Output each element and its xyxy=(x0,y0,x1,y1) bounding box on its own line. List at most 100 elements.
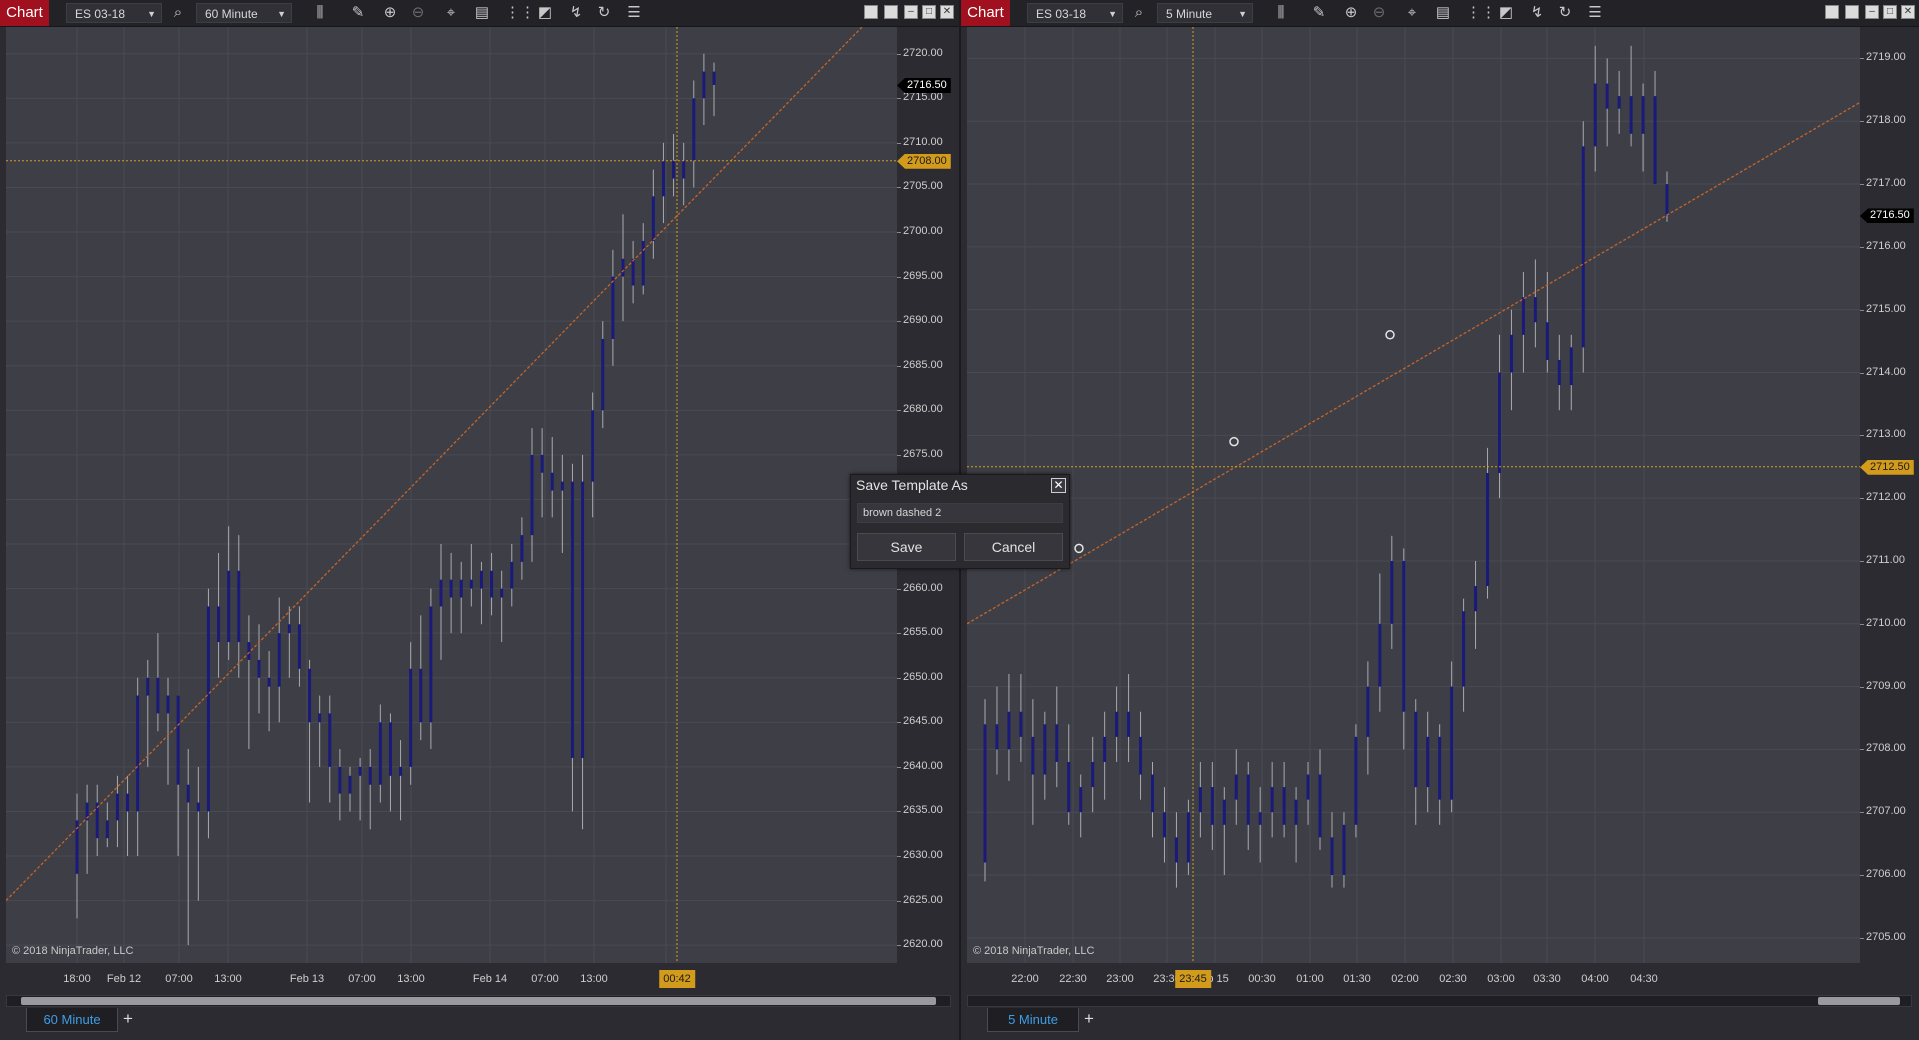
chevron-down-icon: ▼ xyxy=(277,9,286,19)
ohlc-bar xyxy=(1462,598,1466,712)
price-tick-label: 2620.00 xyxy=(897,938,943,951)
magnifier-icon[interactable]: ⌕ xyxy=(1129,3,1149,23)
last-price-marker: 2716.50 xyxy=(1860,208,1914,224)
bars-icon[interactable]: ⫼ xyxy=(310,3,330,23)
ohlc-bar xyxy=(1354,724,1358,838)
ohlc-bar xyxy=(348,766,352,812)
chart-toolbar: Chart ES 03-18 ▼ ⌕ 5 Minute ▼ ⫼ ✎ ⊕ ⊖ ⌖ ▤ … xyxy=(961,0,1919,27)
trend-anchor xyxy=(1074,543,1084,554)
properties-icon[interactable]: ▤ xyxy=(472,3,492,23)
chart-menu-button[interactable]: Chart xyxy=(961,0,1010,26)
instrument-value: ES 03-18 xyxy=(75,7,126,21)
properties-icon[interactable]: ▤ xyxy=(1433,3,1453,23)
ohlc-bar xyxy=(1474,560,1478,649)
zoom-out-icon[interactable]: ⊖ xyxy=(408,3,428,23)
refresh-icon[interactable]: ↻ xyxy=(594,3,614,23)
ohlc-bar xyxy=(126,775,130,857)
bars-icon[interactable]: ⫼ xyxy=(1271,3,1291,23)
ohlc-bar xyxy=(1258,787,1262,863)
add-tab-icon[interactable]: + xyxy=(118,1008,138,1032)
crosshair-icon[interactable]: ⌖ xyxy=(1402,3,1422,23)
horizontal-scrollbar[interactable] xyxy=(967,995,1912,1007)
close-icon[interactable]: ✕ xyxy=(940,5,954,19)
tile-window-icon[interactable] xyxy=(1825,5,1839,19)
ohlc-bar xyxy=(368,749,372,830)
price-plot-area[interactable]: © 2018 NinjaTrader, LLC xyxy=(967,27,1860,963)
zoom-out-icon[interactable]: ⊖ xyxy=(1369,3,1389,23)
data-box-icon[interactable]: ☰ xyxy=(624,3,644,23)
copyright-text: © 2018 NinjaTrader, LLC xyxy=(12,945,134,957)
save-button[interactable]: Save xyxy=(857,533,956,561)
close-icon[interactable]: ✕ xyxy=(1051,478,1066,493)
horizontal-scrollbar[interactable] xyxy=(6,995,951,1007)
data-box-icon[interactable]: ☰ xyxy=(1585,3,1605,23)
maximize-icon[interactable]: □ xyxy=(1883,5,1897,19)
instrument-selector[interactable]: ES 03-18 ▼ xyxy=(66,3,162,23)
ohlc-bar xyxy=(75,793,79,919)
ohlc-bar xyxy=(1222,787,1226,876)
ohlc-bar xyxy=(651,169,655,259)
time-axis[interactable]: 22:00 22:30 23:00 23:30 eb 15 00:30 01:00 01:30… xyxy=(967,963,1860,993)
chart-menu-button[interactable]: Chart xyxy=(0,0,49,26)
ohlc-bar xyxy=(166,677,170,785)
scrollbar-thumb[interactable] xyxy=(1818,997,1900,1005)
ohlc-bar xyxy=(85,784,89,874)
ohlc-bar xyxy=(318,695,322,767)
tile-window-2-icon[interactable] xyxy=(1845,5,1859,19)
cursor-time-marker: 00:42 xyxy=(659,970,695,988)
price-plot-area[interactable]: © 2018 NinjaTrader, LLC xyxy=(6,27,897,963)
ohlc-bar xyxy=(217,552,221,678)
price-tick-label: 2625.00 xyxy=(897,893,943,906)
add-tab-icon[interactable]: + xyxy=(1079,1008,1099,1032)
ohlc-bar xyxy=(1557,334,1561,411)
tab-60-minute[interactable]: 60 Minute xyxy=(26,1008,118,1032)
ohlc-chart-left xyxy=(6,27,897,963)
maximize-icon[interactable]: □ xyxy=(922,5,936,19)
ohlc-bar xyxy=(277,597,281,723)
close-icon[interactable]: ✕ xyxy=(1901,5,1915,19)
ohlc-bar xyxy=(388,713,392,812)
tab-5-minute[interactable]: 5 Minute xyxy=(987,1008,1079,1032)
interval-selector[interactable]: 5 Minute ▼ xyxy=(1157,3,1253,23)
minimize-icon[interactable]: – xyxy=(904,5,918,19)
ohlc-bar xyxy=(247,615,251,750)
pencil-icon[interactable]: ✎ xyxy=(1309,3,1329,23)
zoom-in-icon[interactable]: ⊕ xyxy=(380,3,400,23)
ohlc-chart-right xyxy=(967,27,1860,963)
minimize-icon[interactable]: – xyxy=(1865,5,1879,19)
ohlc-bar xyxy=(682,142,686,206)
ohlc-bar xyxy=(1079,774,1083,838)
tile-window-icon[interactable] xyxy=(864,5,878,19)
drawing-tools-icon[interactable]: ↯ xyxy=(566,3,586,23)
ohlc-bar xyxy=(95,784,99,857)
price-tick-label: 2715.00 xyxy=(1860,302,1906,315)
pencil-icon[interactable]: ✎ xyxy=(348,3,368,23)
price-axis[interactable]: 2719.00 2718.00 2717.00 2716.00 2715.00 2714.… xyxy=(1860,27,1919,963)
indicators-icon[interactable]: ⋮⋮ xyxy=(1466,3,1496,23)
ohlc-bar xyxy=(105,802,109,848)
time-tick-label: 02:30 xyxy=(1439,973,1467,985)
price-tick-label: 2712.00 xyxy=(1860,491,1906,504)
zoom-in-icon[interactable]: ⊕ xyxy=(1341,3,1361,23)
magnifier-icon[interactable]: ⌕ xyxy=(168,3,188,23)
drawing-tools-icon[interactable]: ↯ xyxy=(1527,3,1547,23)
ohlc-bar xyxy=(429,588,433,750)
scrollbar-thumb[interactable] xyxy=(21,997,936,1005)
template-name-input[interactable] xyxy=(857,503,1063,523)
cancel-button[interactable]: Cancel xyxy=(964,533,1063,561)
chevron-down-icon: ▼ xyxy=(147,9,156,19)
indicators-icon[interactable]: ⋮⋮ xyxy=(505,3,535,23)
ohlc-bar xyxy=(1438,724,1442,825)
trend-line xyxy=(6,27,863,902)
time-axis[interactable]: 18:00 Feb 12 07:00 13:00 Feb 13 07:00 13:00 Feb… xyxy=(6,963,897,993)
strategies-icon[interactable]: ◩ xyxy=(535,3,555,23)
refresh-icon[interactable]: ↻ xyxy=(1555,3,1575,23)
instrument-selector[interactable]: ES 03-18 ▼ xyxy=(1027,3,1123,23)
ohlc-bar xyxy=(308,659,312,803)
crosshair-icon[interactable]: ⌖ xyxy=(441,3,461,23)
interval-selector[interactable]: 60 Minute ▼ xyxy=(196,3,292,23)
tile-window-2-icon[interactable] xyxy=(884,5,898,19)
ohlc-bar xyxy=(479,561,483,625)
chevron-down-icon: ▼ xyxy=(1238,9,1247,19)
strategies-icon[interactable]: ◩ xyxy=(1496,3,1516,23)
